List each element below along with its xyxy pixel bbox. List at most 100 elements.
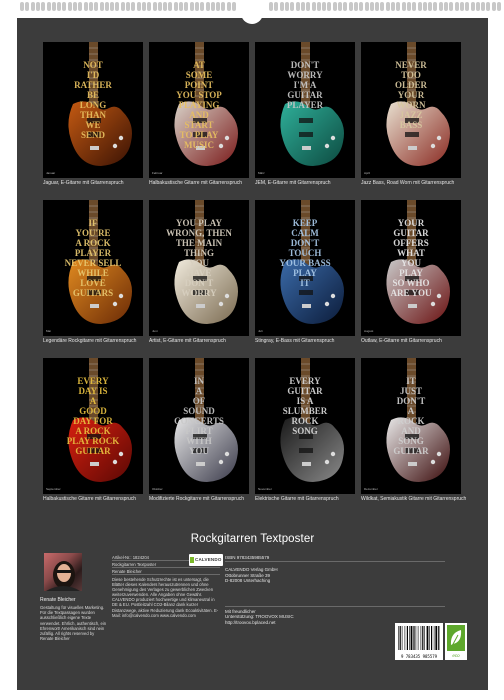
binding-ring — [104, 2, 109, 11]
calvendo-logo: CALVENDO — [189, 554, 223, 566]
guitar-quote: EVERYDAY ISAGOODDAY FORA ROCKPLAY ROCKGU… — [67, 376, 120, 456]
quote-line: WHAT — [397, 248, 425, 258]
eco-badge: eco — [445, 623, 467, 660]
binding-ring — [67, 2, 72, 11]
guitar-artwork: AT SOME POINT YOU STOP PLAYING AND START TO PLA… — [149, 42, 249, 178]
quote-line: GUITAR — [287, 90, 323, 100]
binding-ring — [444, 2, 448, 11]
binding-ring — [438, 2, 443, 11]
month-cell: YOU PLAY WRONG, THEN THE MAIN THING YOU HAVE D… — [149, 200, 249, 350]
quote-line: KEEP — [293, 218, 318, 228]
binding-ring — [359, 2, 364, 11]
month-label: Dezember — [364, 487, 378, 491]
binding-ring — [269, 2, 274, 11]
quote-line: LOVE — [80, 278, 106, 288]
quote-line: GUITARS — [73, 288, 113, 298]
binding-ring — [194, 2, 199, 11]
eco-label: eco — [452, 653, 460, 658]
month-cell: IT JUST DON'T A ROCK AND SONG GUITAR Dezember Wil… — [361, 358, 466, 508]
quote-line: WORN — [397, 100, 427, 110]
binding-ring — [62, 2, 67, 11]
binding-ring — [210, 2, 215, 11]
publisher-address: CALVENDO Verlag GmbH Ottobrunner Straße … — [225, 567, 445, 584]
binding-ring — [470, 2, 475, 11]
quote-line: A ROCK — [75, 238, 110, 248]
author-photo — [44, 553, 82, 591]
quote-line: NEVER SELL — [65, 258, 122, 268]
quote-line: CALM — [291, 228, 319, 238]
quote-line: PLAY — [293, 268, 317, 278]
month-caption: Modifizierte Rockgitarre mit Gitarrenspr… — [149, 496, 245, 502]
month-caption: Artist, E-Gitarre mit Gitarrenspruch — [149, 338, 226, 344]
month-label: Mai — [46, 329, 51, 333]
month-cell: IF YOU'RE A ROCK PLAYER NEVER SELL WHILE LOVE G… — [43, 200, 143, 350]
quote-line: RATHER — [74, 80, 112, 90]
binding-ring — [401, 2, 406, 11]
binding-ring — [83, 2, 88, 11]
binding-ring — [375, 2, 380, 11]
quote-line: EVERY — [77, 376, 109, 386]
binding-ring — [221, 2, 226, 11]
leaf-icon — [447, 625, 465, 651]
quote-line: DON'T — [291, 60, 320, 70]
quote-line: ARE YOU — [391, 288, 432, 298]
binding-ring — [406, 2, 411, 11]
quote-line: A — [90, 396, 97, 406]
binding-ring — [396, 2, 401, 11]
month-cell: AT SOME POINT YOU STOP PLAYING AND START TO PLA… — [149, 42, 249, 192]
quote-line: DON'T — [397, 396, 426, 406]
quote-line: PLAY — [399, 268, 423, 278]
quote-line: GOOD — [79, 406, 107, 416]
quote-line: SONG — [398, 436, 424, 446]
binding-ring — [306, 2, 311, 11]
month-label: August — [364, 329, 374, 333]
quote-line: OLDER — [395, 80, 428, 90]
binding-ring — [279, 2, 284, 11]
quote-line: GUITAR — [393, 446, 429, 456]
binding-ring — [295, 2, 300, 11]
month-cell: IN A OF SOUND CONCERTS FLIRT WITH YOU Oktober Mod… — [149, 358, 249, 508]
quote-line: WRONG, THEN — [166, 228, 232, 238]
binding-ring — [88, 2, 93, 11]
quote-line: YOU — [401, 258, 422, 268]
quote-line: EVERY — [289, 376, 321, 386]
isbn: ISBN 9783435985579 — [225, 554, 445, 562]
binding-ring — [311, 2, 316, 11]
binding-ring — [481, 2, 486, 11]
quote-line: YOU STOP — [176, 90, 222, 100]
quote-line: LONG — [80, 100, 107, 110]
month-cell: DON'T WORRY I'M A GUITAR PLAYER März JEM, E-Gi… — [255, 42, 355, 192]
month-cell: EVERY GUITAR IS A SLUMBER ROCK SONG November El… — [255, 358, 355, 508]
quote-line: THAN — [80, 110, 107, 120]
quote-line: ROCK — [292, 416, 319, 426]
guitar-artwork: YOU PLAY WRONG, THEN THE MAIN THING YOU HAVE D… — [149, 200, 249, 336]
quote-line: I'M A — [294, 80, 317, 90]
quote-line: SOME — [186, 70, 213, 80]
binding-ring — [157, 2, 162, 11]
quote-line: GUITAR — [393, 228, 429, 238]
binding-ring — [226, 2, 231, 11]
binding-ring — [486, 2, 491, 11]
binding-ring — [497, 2, 501, 11]
month-label: Juli — [258, 329, 263, 333]
month-label: November — [258, 487, 272, 491]
binding-ring — [343, 2, 348, 11]
quote-line: YOU PLAY — [176, 218, 222, 228]
month-label: Oktober — [152, 487, 163, 491]
quote-line: AND — [401, 426, 421, 436]
binding-ring — [46, 2, 51, 11]
guitar-quote: YOURGUITAROFFERSWHATYOUPLAYSO WHOARE YOU — [391, 218, 432, 298]
quote-line: WITH — [186, 436, 212, 446]
binding-ring — [99, 2, 104, 11]
quote-line: OF — [193, 396, 206, 406]
month-label: März — [258, 171, 265, 175]
binding-ring — [338, 2, 342, 11]
binding-ring — [168, 2, 173, 11]
month-label: Juni — [152, 329, 158, 333]
binding-ring — [380, 2, 385, 11]
month-caption: Stingray, E-Bass mit Gitarrenspruch — [255, 338, 335, 344]
binding-ring — [78, 2, 83, 11]
binding-ring — [41, 2, 46, 11]
binding-ring — [216, 2, 221, 11]
quote-line: YOU — [189, 258, 210, 268]
